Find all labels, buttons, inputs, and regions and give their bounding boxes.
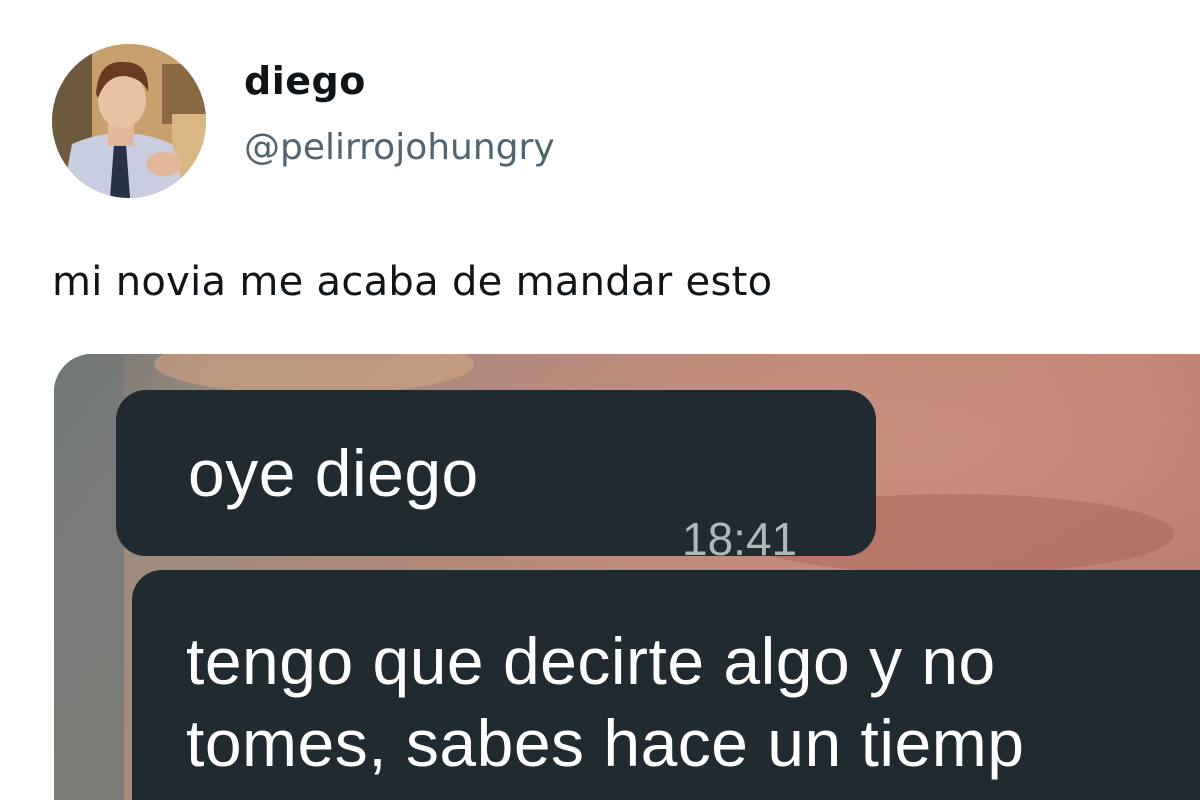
chat-message-line: tengo que decirte algo y no — [186, 624, 996, 698]
chat-bubble: oye diego 18:41 — [116, 390, 876, 562]
tweet-text: mi novia me acaba de mandar esto — [52, 259, 773, 305]
tweet-media[interactable]: oye diego 18:41 tengo que decirte algo y… — [54, 354, 1200, 800]
chat-bubble: tengo que decirte algo y no tomes, sabes… — [132, 570, 1200, 800]
avatar-image — [52, 44, 206, 198]
avatar[interactable] — [52, 44, 206, 198]
chat-message-text: oye diego — [188, 436, 479, 510]
display-name[interactable]: diego — [244, 62, 366, 100]
user-handle[interactable]: @pelirrojohungry — [244, 130, 555, 166]
chat-message-line: tomes, sabes hace un tiemp — [186, 706, 1025, 780]
chat-message-time: 18:41 — [682, 513, 798, 565]
chat-message-text: tengo que decirte algo y no tomes, sabes… — [186, 620, 1024, 784]
tweet: diego @pelirrojohungry mi novia me acaba… — [0, 0, 1200, 800]
